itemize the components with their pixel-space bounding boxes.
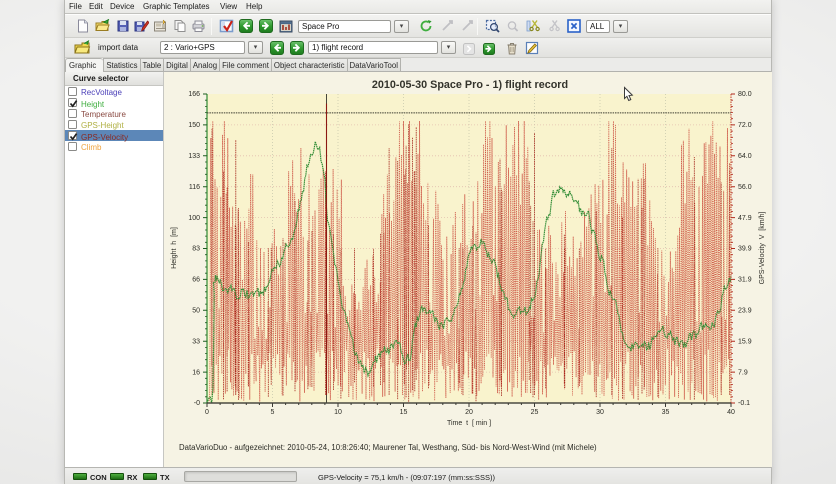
svg-text:GPS-Velocity V [km/h]: GPS-Velocity V [km/h] [759, 212, 766, 285]
svg-text:15: 15 [400, 409, 408, 416]
svg-text:31.9: 31.9 [738, 277, 752, 284]
svg-text:166: 166 [188, 91, 200, 98]
svg-text:64.0: 64.0 [738, 153, 752, 160]
svg-text:15.9: 15.9 [738, 338, 752, 345]
svg-text:40: 40 [727, 409, 735, 416]
svg-text:80.0: 80.0 [738, 91, 752, 98]
svg-text:39.9: 39.9 [738, 246, 752, 253]
svg-text:Height h [m]: Height h [m] [171, 227, 178, 269]
svg-text:50: 50 [192, 308, 200, 315]
svg-text:Time t [ min ]: Time t [ min ] [447, 420, 491, 427]
svg-text:35: 35 [662, 409, 670, 416]
svg-text:100: 100 [188, 215, 200, 222]
svg-text:33: 33 [192, 338, 200, 345]
svg-text:-0: -0 [194, 400, 200, 407]
svg-text:47.9: 47.9 [738, 215, 752, 222]
svg-text:116: 116 [189, 184, 200, 191]
svg-text:150: 150 [188, 122, 200, 129]
svg-text:5: 5 [271, 409, 275, 416]
svg-text:23.9: 23.9 [738, 308, 752, 315]
svg-text:-0.1: -0.1 [738, 400, 750, 407]
svg-text:30: 30 [596, 409, 604, 416]
svg-text:10: 10 [334, 409, 342, 416]
svg-text:DataVarioDuo - aufgezeichnet:: DataVarioDuo - aufgezeichnet: 2010-05-24… [179, 443, 597, 452]
svg-text:0: 0 [205, 409, 209, 416]
svg-text:56.0: 56.0 [738, 184, 752, 191]
svg-text:16: 16 [192, 369, 200, 376]
svg-text:66: 66 [192, 277, 200, 284]
svg-text:72.0: 72.0 [738, 122, 752, 129]
svg-text:25: 25 [531, 409, 539, 416]
svg-text:83: 83 [192, 246, 200, 253]
svg-text:2010-05-30 Space Pro - 1) flig: 2010-05-30 Space Pro - 1) flight record [372, 79, 568, 91]
svg-text:20: 20 [465, 409, 473, 416]
svg-text:7.9: 7.9 [738, 369, 748, 376]
svg-text:133: 133 [188, 153, 200, 160]
